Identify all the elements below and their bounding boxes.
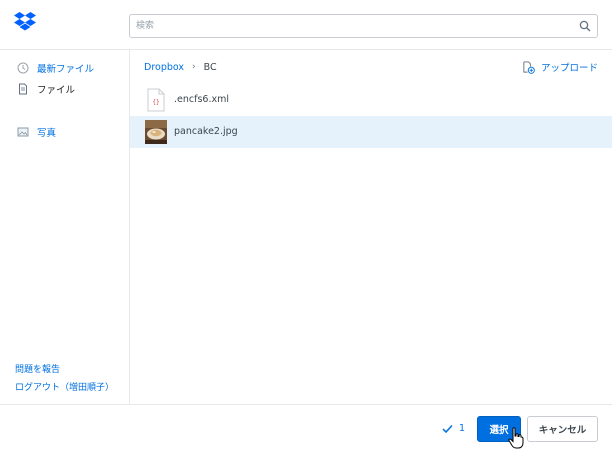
svg-text:{}: {}	[152, 99, 159, 106]
breadcrumb-separator: ›	[192, 62, 196, 72]
cancel-button[interactable]: キャンセル	[527, 416, 598, 442]
dropbox-logo-icon[interactable]	[14, 11, 36, 33]
sidebar-item-label: ファイル	[37, 85, 76, 96]
xml-file-icon: {}	[147, 88, 165, 112]
selected-count-value: 1	[459, 423, 466, 434]
file-icon	[19, 83, 27, 95]
report-problem-link[interactable]: 問題を報告	[15, 362, 60, 375]
top-bar	[0, 0, 612, 50]
checkmark-icon	[442, 424, 453, 433]
breadcrumb: Dropbox › BC	[144, 60, 217, 74]
clock-icon	[17, 62, 29, 74]
sidebar-item-label: 写真	[37, 128, 57, 139]
file-name: .encfs6.xml	[174, 94, 229, 105]
sidebar-item-label: 最新ファイル	[37, 64, 95, 75]
search-input[interactable]	[130, 15, 560, 37]
search-box[interactable]	[129, 14, 598, 38]
upload-file-icon	[523, 60, 535, 74]
file-browser: Dropbox › BC アップロード {} .encfs6.xml panca…	[130, 50, 612, 404]
sidebar-item-recent-files[interactable]: 最新ファイル	[17, 61, 94, 75]
breadcrumb-current: BC	[203, 61, 217, 73]
image-thumbnail	[145, 120, 167, 144]
photo-icon	[17, 127, 29, 137]
hand-cursor-icon	[508, 427, 524, 449]
breadcrumb-root-link[interactable]: Dropbox	[144, 62, 184, 73]
upload-label: アップロード	[540, 63, 598, 74]
selected-count: 1	[442, 423, 465, 434]
sidebar-item-files[interactable]: ファイル	[17, 82, 75, 96]
upload-button[interactable]: アップロード	[522, 59, 598, 75]
file-row[interactable]: {} .encfs6.xml	[130, 84, 612, 116]
logout-link[interactable]: ログアウト（増田順子）	[15, 380, 114, 393]
sidebar-item-photos[interactable]: 写真	[17, 125, 56, 139]
sidebar: 最新ファイル ファイル 写真 問題を報告 ログアウト（増田順子）	[0, 50, 130, 404]
file-row-selected[interactable]: pancake2.jpg	[130, 116, 612, 148]
file-name: pancake2.jpg	[174, 126, 238, 137]
search-icon[interactable]	[579, 20, 591, 32]
